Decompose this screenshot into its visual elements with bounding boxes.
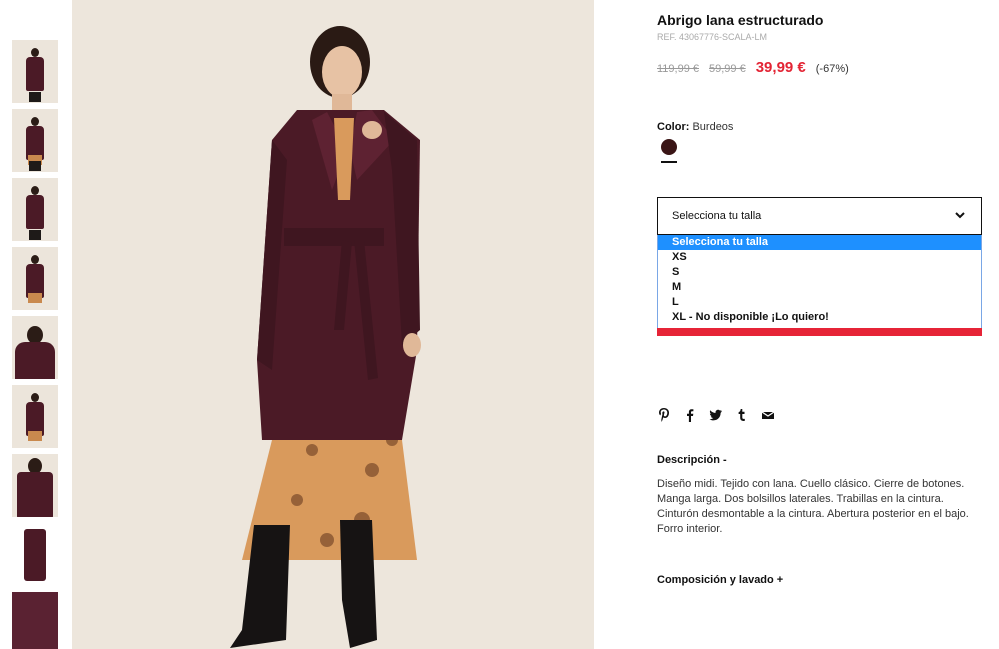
add-to-bag-bar[interactable] [657, 328, 982, 336]
pinterest-icon[interactable] [657, 407, 671, 423]
size-select-value: Selecciona tu talla [672, 210, 762, 222]
swatch-selected-indicator [661, 161, 677, 163]
size-option-s[interactable]: S [658, 265, 981, 280]
description-toggle[interactable]: Descripción - [657, 454, 727, 466]
thumbnail-3[interactable] [12, 178, 58, 241]
color-label: Color: Burdeos [657, 121, 733, 133]
sale-price: 39,99 € [755, 59, 806, 76]
price-row: 119,99 € 59,99 € 39,99 € (-67%) [657, 59, 849, 76]
thumbnail-1[interactable] [12, 40, 58, 103]
tumblr-icon[interactable] [735, 407, 749, 423]
description-text: Diseño midi. Tejido con lana. Cuello clá… [657, 478, 969, 535]
discount-label: (-67%) [815, 63, 849, 75]
size-option-m[interactable]: M [658, 280, 981, 295]
thumbnail-5[interactable] [12, 316, 58, 379]
previous-price: 59,99 € [709, 63, 746, 75]
thumbnail-9[interactable] [12, 592, 58, 649]
main-product-image [72, 0, 594, 649]
color-value: Burdeos [692, 121, 734, 133]
email-icon[interactable] [761, 407, 775, 423]
composition-toggle[interactable]: Composición y lavado + [657, 574, 783, 586]
chevron-down-icon [955, 212, 965, 219]
share-icons [657, 407, 775, 423]
product-title: Abrigo lana estructurado [657, 12, 824, 28]
thumbnail-2[interactable] [12, 109, 58, 172]
product-ref: REF. 43067776-SCALA-LM [657, 32, 768, 42]
twitter-icon[interactable] [709, 407, 723, 423]
thumbnail-4[interactable] [12, 247, 58, 310]
facebook-icon[interactable] [683, 407, 697, 423]
thumbnail-8[interactable] [12, 523, 58, 586]
color-swatch-burdeos[interactable] [661, 139, 677, 155]
size-option-xs[interactable]: XS [658, 250, 981, 265]
size-select[interactable]: Selecciona tu talla [657, 197, 982, 235]
thumbnail-7[interactable] [12, 454, 58, 517]
size-option-xl[interactable]: XL - No disponible ¡Lo quiero! [658, 310, 981, 325]
original-price: 119,99 € [657, 63, 700, 75]
thumbnail-6[interactable] [12, 385, 58, 448]
size-dropdown-list: Selecciona tu talla XS S M L XL - No dis… [657, 235, 982, 332]
thumbnail-gallery [12, 40, 58, 649]
size-option-placeholder[interactable]: Selecciona tu talla [658, 235, 981, 250]
size-option-l[interactable]: L [658, 295, 981, 310]
color-label-key: Color: [657, 121, 690, 133]
